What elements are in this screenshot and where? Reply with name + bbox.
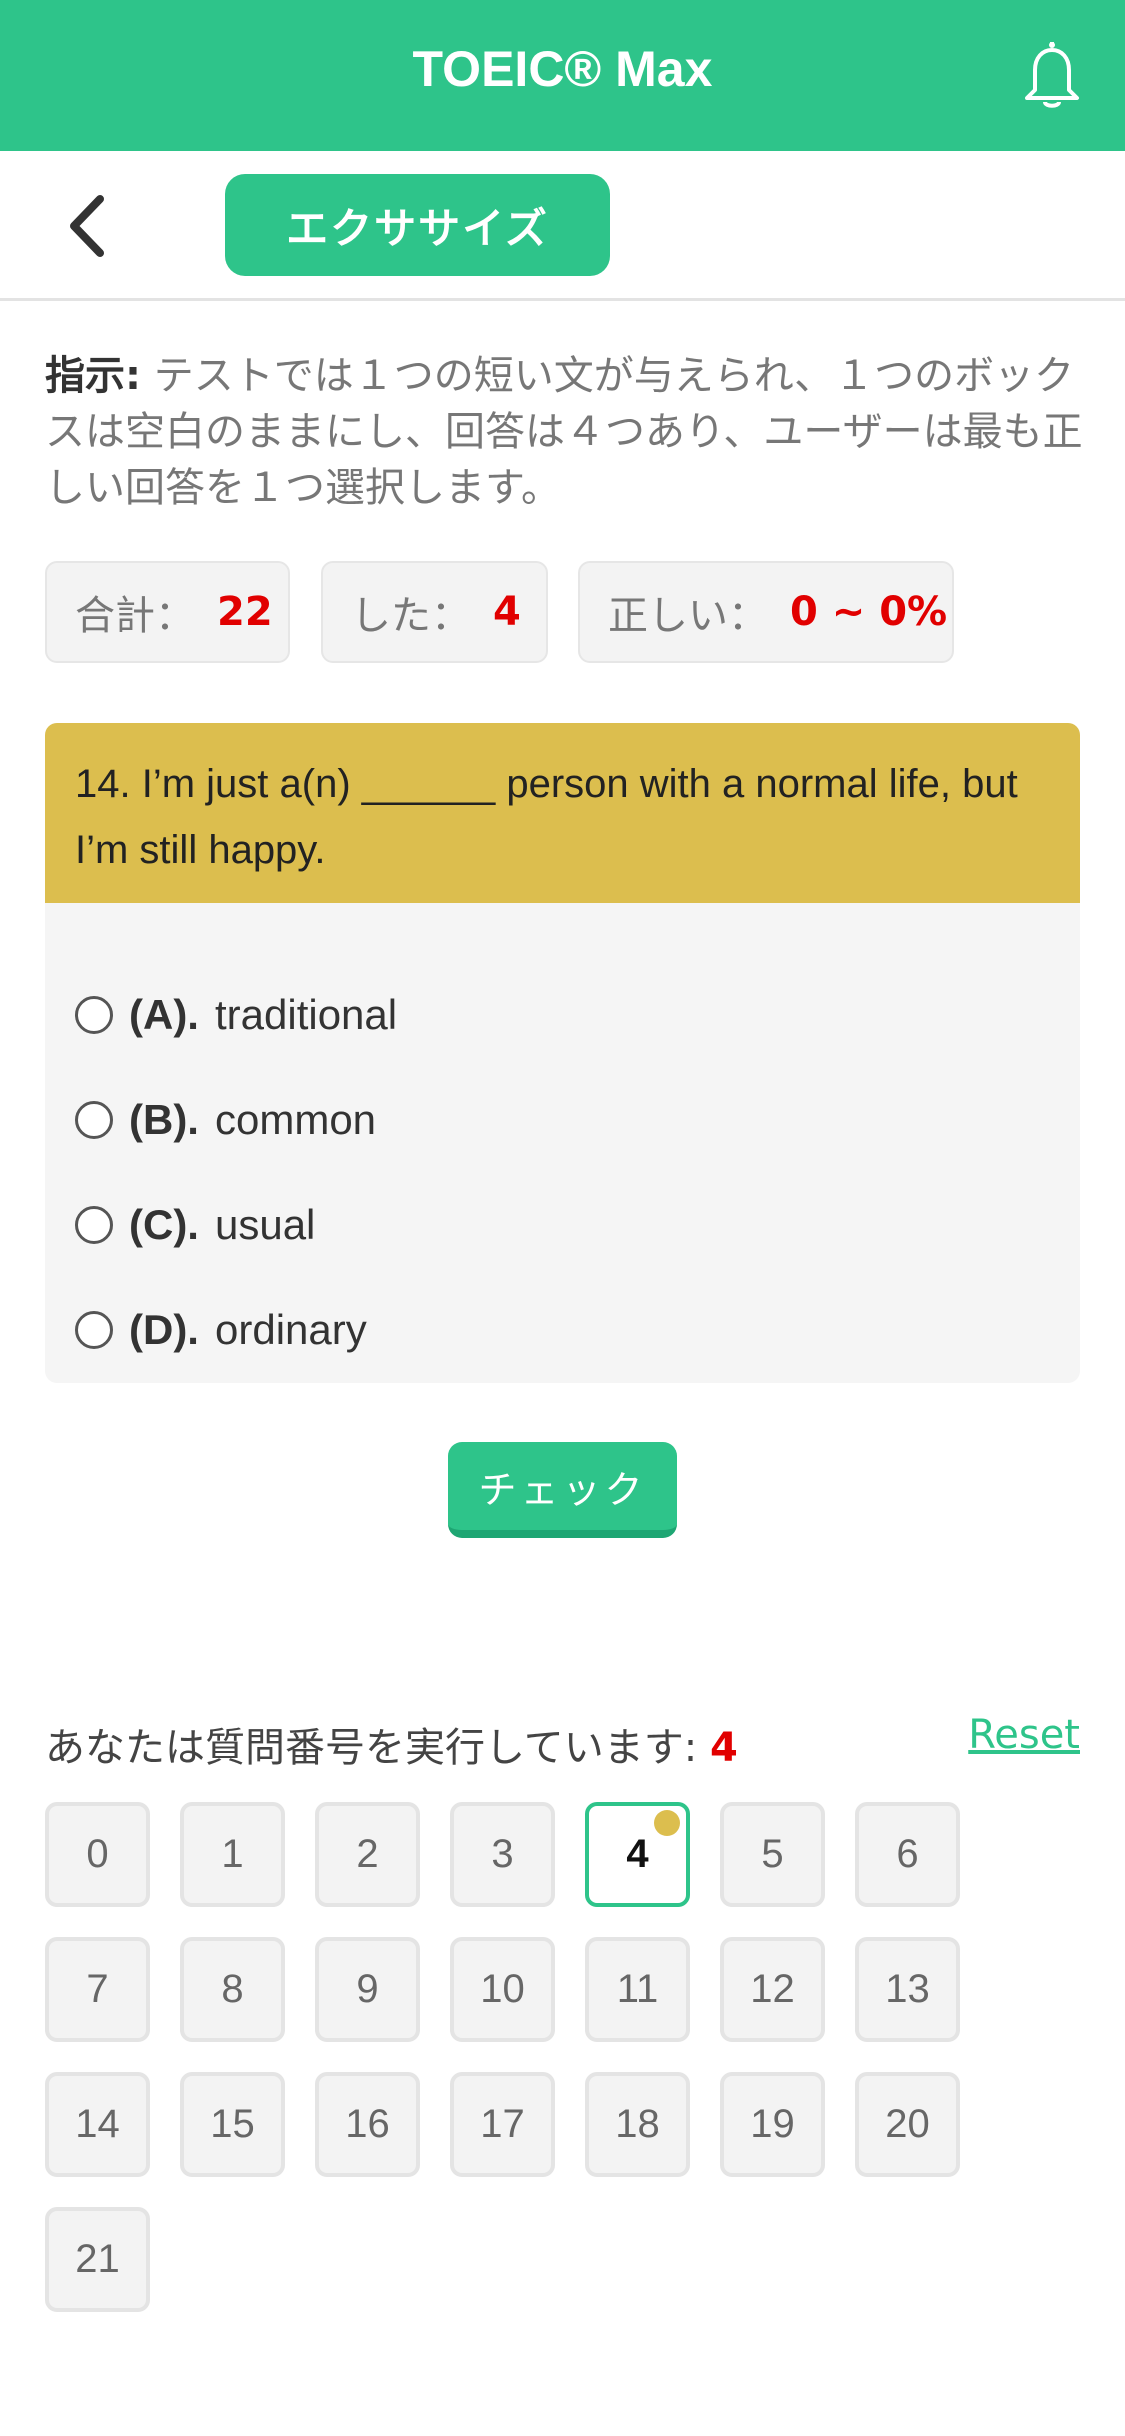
- radio-icon[interactable]: [75, 996, 113, 1034]
- question-number-label: 7: [86, 1967, 109, 2011]
- question-number-label: 20: [885, 2102, 930, 2146]
- question-number-button[interactable]: 6: [855, 1802, 960, 1907]
- question-number-label: 4: [626, 1832, 649, 1876]
- question-number-button[interactable]: 13: [855, 1937, 960, 2042]
- option-b[interactable]: (B). common: [75, 1090, 376, 1150]
- question-number-button[interactable]: 7: [45, 1937, 150, 2042]
- question-number-button[interactable]: 16: [315, 2072, 420, 2177]
- reset-link[interactable]: Reset: [968, 1712, 1080, 1758]
- radio-icon[interactable]: [75, 1206, 113, 1244]
- question-number-label: 0: [86, 1832, 109, 1876]
- option-a[interactable]: (A). traditional: [75, 985, 397, 1045]
- question-number-label: 2: [356, 1832, 379, 1876]
- radio-icon[interactable]: [75, 1101, 113, 1139]
- question-number-button[interactable]: 9: [315, 1937, 420, 2042]
- question-number-label: 8: [221, 1967, 244, 2011]
- question-number-label: 19: [750, 2102, 795, 2146]
- stat-label: した：: [351, 593, 471, 639]
- question-text: 14. I’m just a(n) ______ person with a n…: [45, 723, 1080, 903]
- option-d[interactable]: (D). ordinary: [75, 1300, 367, 1360]
- question-number-label: 13: [885, 1967, 930, 2011]
- question-number-label: 6: [896, 1832, 919, 1876]
- stat-done: した： 4: [321, 561, 548, 663]
- option-c[interactable]: (C). usual: [75, 1195, 315, 1255]
- question-number-label: 14: [75, 2102, 120, 2146]
- sub-toolbar: エクササイズ: [0, 151, 1125, 301]
- question-number-button[interactable]: 1: [180, 1802, 285, 1907]
- question-card: 14. I’m just a(n) ______ person with a n…: [45, 723, 1080, 1383]
- app-title: TOEIC® Max: [412, 41, 713, 97]
- question-number-button[interactable]: 20: [855, 2072, 960, 2177]
- bell-icon[interactable]: [1017, 38, 1087, 110]
- question-number-label: 16: [345, 2102, 390, 2146]
- question-number-button[interactable]: 14: [45, 2072, 150, 2177]
- question-number-label: 10: [480, 1967, 525, 2011]
- question-number-button[interactable]: 2: [315, 1802, 420, 1907]
- question-number-button[interactable]: 3: [450, 1802, 555, 1907]
- question-number-button[interactable]: 4: [585, 1802, 690, 1907]
- question-number-button[interactable]: 15: [180, 2072, 285, 2177]
- radio-icon[interactable]: [75, 1311, 113, 1349]
- question-number-button[interactable]: 19: [720, 2072, 825, 2177]
- question-number-button[interactable]: 21: [45, 2207, 150, 2312]
- option-label: (B).: [129, 1096, 199, 1143]
- tab-exercise[interactable]: エクササイズ: [225, 174, 610, 276]
- stat-label: 正しい：: [608, 593, 768, 639]
- option-label: (C).: [129, 1201, 199, 1248]
- question-number-button[interactable]: 18: [585, 2072, 690, 2177]
- question-number-button[interactable]: 12: [720, 1937, 825, 2042]
- option-label: (A).: [129, 991, 199, 1038]
- stat-value: 4: [493, 589, 521, 635]
- app-header: TOEIC® Max: [0, 0, 1125, 151]
- stat-label: 合計：: [75, 593, 195, 639]
- stat-total: 合計： 22: [45, 561, 290, 663]
- instructions-prefix: 指示:: [45, 353, 141, 399]
- question-number-label: 3: [491, 1832, 514, 1876]
- question-number-button[interactable]: 0: [45, 1802, 150, 1907]
- option-text: traditional: [214, 991, 398, 1038]
- question-number-button[interactable]: 17: [450, 2072, 555, 2177]
- question-number-label: 1: [221, 1832, 244, 1876]
- option-text: usual: [214, 1201, 316, 1248]
- progress-text: あなたは質問番号を実行しています:: [45, 1725, 698, 1771]
- question-number-label: 17: [480, 2102, 525, 2146]
- question-number-label: 5: [761, 1832, 784, 1876]
- instructions-text: テストでは１つの短い文が与えられ、１つのボックスは空白のままにし、回答は４つあり…: [45, 353, 1083, 511]
- question-number-button[interactable]: 10: [450, 1937, 555, 2042]
- question-number-label: 9: [356, 1967, 379, 2011]
- current-indicator-dot: [654, 1810, 680, 1836]
- check-button[interactable]: チェック: [448, 1442, 677, 1538]
- question-number-label: 21: [75, 2237, 120, 2281]
- question-number-button[interactable]: 8: [180, 1937, 285, 2042]
- stat-correct: 正しい： 0 ~ 0%: [578, 561, 954, 663]
- question-number-button[interactable]: 5: [720, 1802, 825, 1907]
- question-number-label: 15: [210, 2102, 255, 2146]
- question-number-label: 18: [615, 2102, 660, 2146]
- progress-status: あなたは質問番号を実行しています: 4: [45, 1715, 738, 1773]
- instructions: 指示: テストでは１つの短い文が与えられ、１つのボックスは空白のままにし、回答は…: [45, 348, 1085, 516]
- stat-value: 0 ~ 0%: [790, 589, 948, 635]
- question-number-button[interactable]: 11: [585, 1937, 690, 2042]
- option-text: ordinary: [214, 1306, 367, 1353]
- option-label: (D).: [129, 1306, 199, 1353]
- chevron-left-icon[interactable]: [62, 191, 112, 261]
- option-text: common: [214, 1096, 377, 1143]
- question-number-label: 12: [750, 1967, 795, 2011]
- current-question-number: 4: [710, 1725, 738, 1771]
- stat-value: 22: [217, 589, 273, 635]
- question-number-label: 11: [616, 1967, 659, 2011]
